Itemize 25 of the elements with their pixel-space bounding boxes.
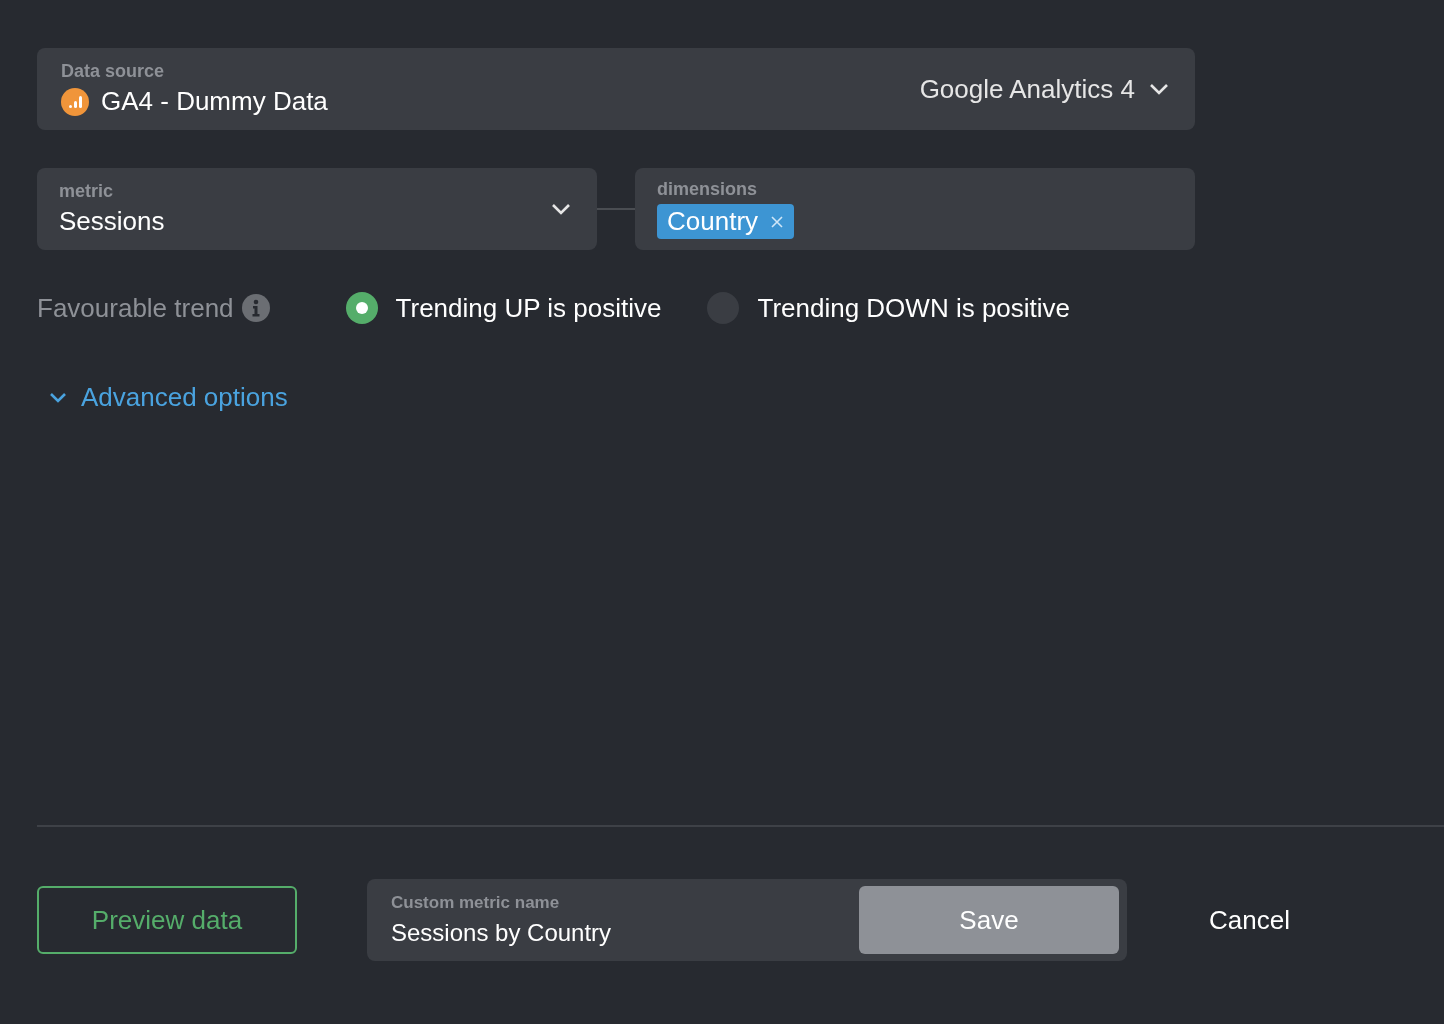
provider-name: Google Analytics 4 — [919, 73, 1135, 105]
radio-button[interactable] — [345, 292, 378, 324]
field-label: Data source — [61, 61, 166, 82]
field-label: dimensions — [657, 179, 759, 200]
data-source-select[interactable]: Data source GA4 - Dummy Data Google Analytics 4 — [37, 48, 1195, 130]
data-source-value: GA4 - Dummy Data — [101, 86, 328, 117]
metric-value: Sessions — [59, 206, 166, 237]
advanced-options-link[interactable]: Advanced options — [37, 382, 288, 413]
radio-option[interactable]: Trending DOWN is positive — [707, 292, 1071, 324]
trend-label: Favourable trend — [37, 292, 234, 324]
info-icon[interactable] — [241, 294, 270, 322]
cancel-button[interactable]: Cancel — [1199, 896, 1300, 944]
chevron-down-icon — [49, 391, 67, 404]
radio-option[interactable]: Trending UP is positive — [345, 292, 662, 324]
metric-select[interactable]: metric Sessions — [37, 168, 597, 250]
custom-metric-name-value: Sessions by Country — [391, 919, 613, 947]
close-icon[interactable] — [770, 214, 785, 229]
field-label: metric — [59, 181, 115, 202]
bar-chart-icon — [61, 87, 89, 116]
connector-line — [597, 208, 635, 210]
field-label: Custom metric name — [391, 893, 561, 913]
chevron-down-icon — [551, 203, 571, 215]
chip-label: Country — [667, 206, 759, 237]
chevron-down-icon — [1149, 83, 1169, 95]
preview-data-button[interactable]: Preview data — [37, 886, 297, 954]
